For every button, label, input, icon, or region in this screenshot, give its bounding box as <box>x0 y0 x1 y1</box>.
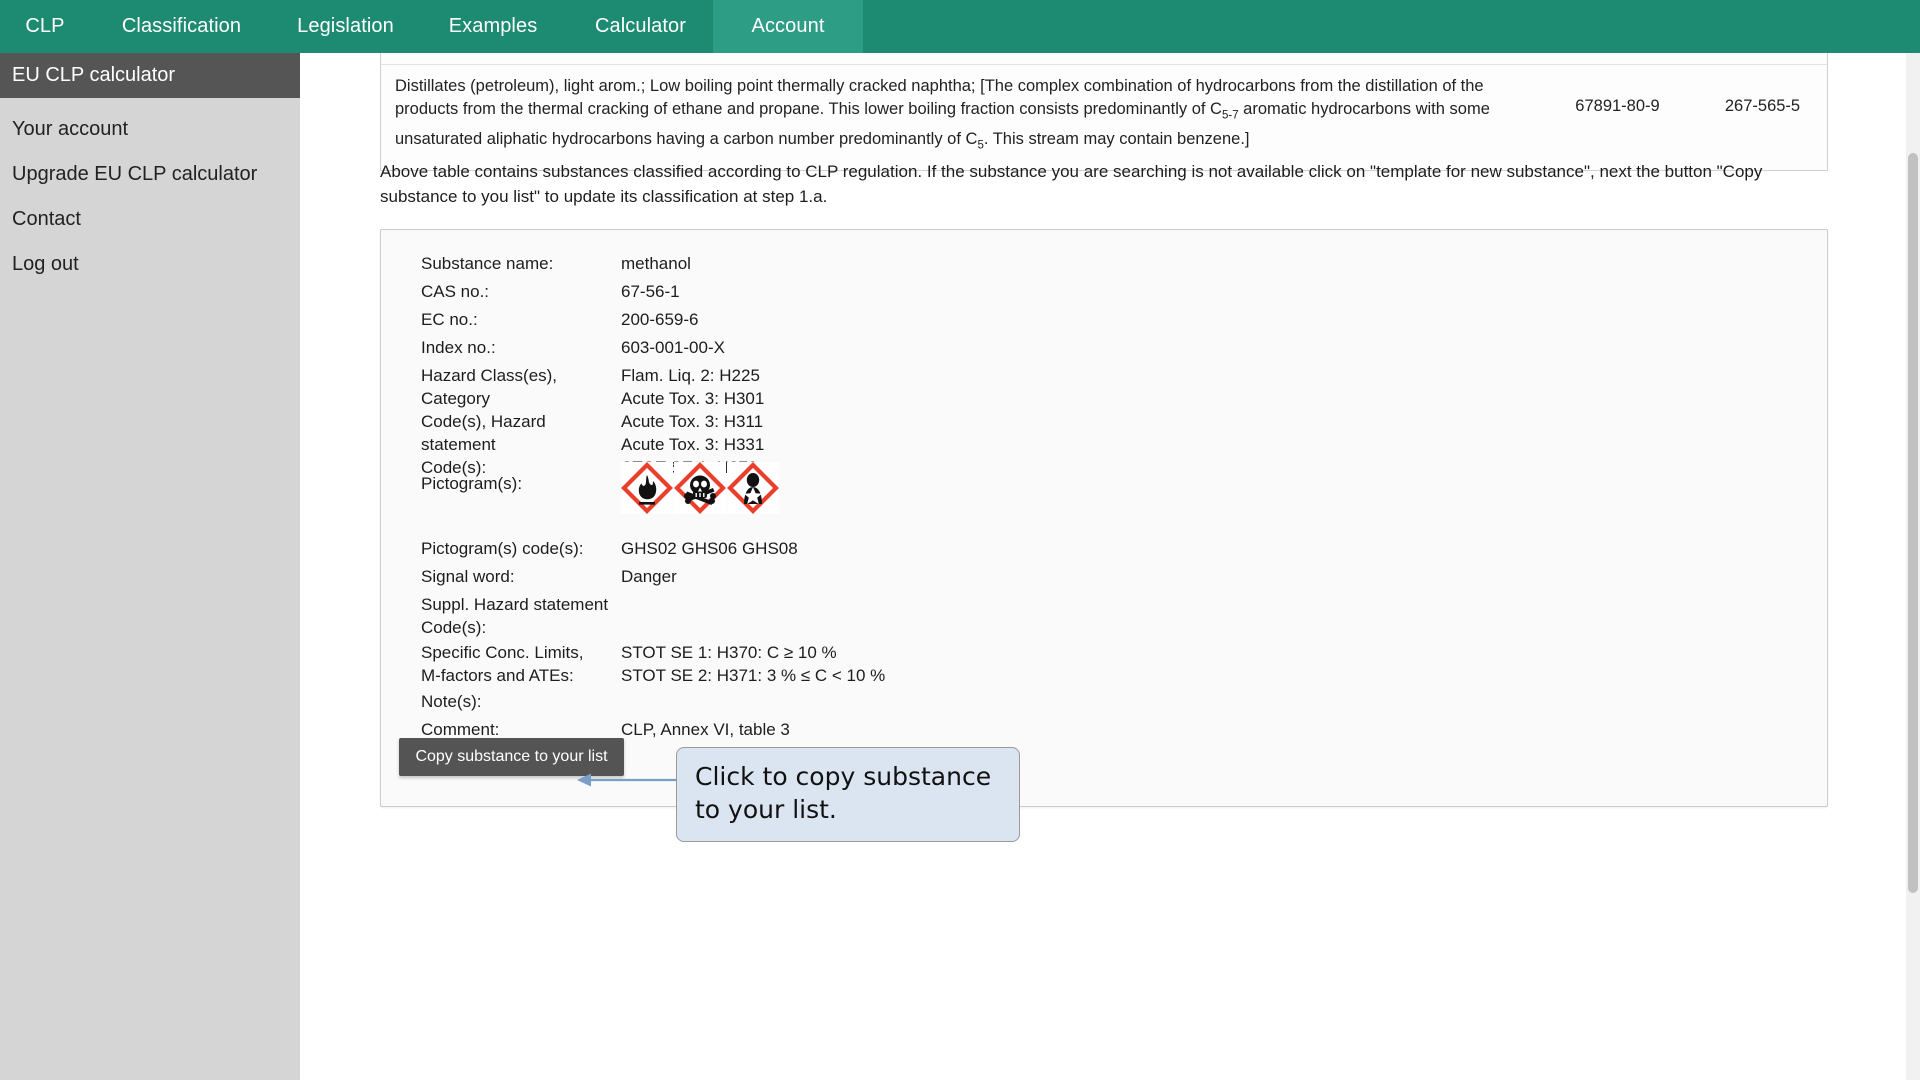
field-label: CAS no.: <box>421 282 490 301</box>
nav-item-classification[interactable]: Classification <box>90 0 273 53</box>
field-pictograms: Pictogram(s): <box>421 462 941 534</box>
field-value: 67-56-1 <box>621 282 680 301</box>
field-notes: Note(s): <box>421 690 621 713</box>
table-row: Distillates (petroleum), light arom.; Lo… <box>381 65 1827 170</box>
sidebar-item-label: Log out <box>12 253 79 275</box>
callout-tooltip: Click to copy substance to your list. <box>676 747 1020 842</box>
sidebar-item-label: Upgrade EU CLP calculator <box>12 163 258 185</box>
health-hazard-pictogram <box>727 462 779 514</box>
callout-tooltip-text: Click to copy substance to your list. <box>695 762 992 824</box>
field-value: 200-659-6 <box>621 310 699 329</box>
field-signal-word: Signal word: Danger <box>421 565 677 588</box>
field-label: EC no.: <box>421 310 478 329</box>
substance-results-table: unsaturated aliphatic hydrocarbons havin… <box>380 53 1828 171</box>
top-navigation-bar: CLP Classification Legislation Examples … <box>0 0 1920 53</box>
scroll-up-arrow-icon[interactable] <box>1906 53 1920 67</box>
field-specific-conc-limits: Specific Conc. Limits, M-factors and ATE… <box>421 641 885 687</box>
field-label: Hazard Class(es), Category Code(s), Haza… <box>421 366 558 477</box>
nav-item-account[interactable]: Account <box>713 0 863 53</box>
table-cell-cas: 67891-80-9 <box>1575 96 1660 115</box>
field-index-no: Index no.: 603-001-00-X <box>421 336 725 359</box>
field-value: methanol <box>621 254 691 273</box>
field-label: Signal word: <box>421 567 515 586</box>
field-label: Pictogram(s): <box>421 474 523 493</box>
field-value: GHS02 GHS06 GHS08 <box>621 539 798 558</box>
field-suppl-hazard-statement: Suppl. Hazard statement Code(s): <box>421 593 621 639</box>
sidebar-item-log-out[interactable]: Log out <box>0 242 300 287</box>
sidebar-item-contact[interactable]: Contact <box>0 197 300 242</box>
sidebar: EU CLP calculator Your account Upgrade E… <box>0 53 300 1080</box>
sidebar-item-label: Contact <box>12 208 81 230</box>
scrollbar-thumb[interactable] <box>1908 153 1918 893</box>
sidebar-item-label: Your account <box>12 118 129 140</box>
flame-pictogram <box>621 462 673 514</box>
field-value: CLP, Annex VI, table 3 <box>621 720 790 739</box>
sidebar-item-label: EU CLP calculator <box>12 64 176 86</box>
skull-and-crossbones-pictogram <box>674 462 726 514</box>
field-value: STOT SE 1: H370: C ≥ 10 % STOT SE 2: H37… <box>621 643 886 685</box>
nav-item-examples[interactable]: Examples <box>418 0 568 53</box>
field-value: Danger <box>621 567 677 586</box>
field-label: Pictogram(s) code(s): <box>421 539 584 558</box>
field-substance-name: Substance name: methanol <box>421 252 691 275</box>
main-content: unsaturated aliphatic hydrocarbons havin… <box>300 53 1906 1080</box>
field-label: Substance name: <box>421 254 554 273</box>
substance-detail-card: Substance name: methanol CAS no.: 67-56-… <box>380 229 1828 807</box>
vertical-scrollbar[interactable] <box>1906 53 1920 1080</box>
field-value: 603-001-00-X <box>621 338 725 357</box>
pictogram-list <box>621 462 780 514</box>
nav-item-calculator[interactable]: Calculator <box>568 0 713 53</box>
table-row: unsaturated aliphatic hydrocarbons havin… <box>381 53 1827 65</box>
sidebar-item-upgrade-eu-clp-calculator[interactable]: Upgrade EU CLP calculator <box>0 152 300 197</box>
field-ec-no: EC no.: 200-659-6 <box>421 308 699 331</box>
note-paragraph: Above table contains substances classifi… <box>380 162 1763 206</box>
table-cell-ec: 267-565-5 <box>1724 96 1801 115</box>
callout-arrow-icon <box>577 773 683 787</box>
nav-item-clp[interactable]: CLP <box>0 0 90 53</box>
scroll-down-arrow-icon[interactable] <box>1906 1066 1920 1080</box>
table-cell-description: Distillates (petroleum), light arom.; Lo… <box>395 76 1490 152</box>
field-pictogram-codes: Pictogram(s) code(s): GHS02 GHS06 GHS08 <box>421 537 798 560</box>
field-label: Specific Conc. Limits, M-factors and ATE… <box>421 643 584 685</box>
field-cas-no: CAS no.: 67-56-1 <box>421 280 680 303</box>
field-label: Note(s): <box>421 692 482 711</box>
field-label: Index no.: <box>421 338 496 357</box>
sidebar-item-eu-clp-calculator[interactable]: EU CLP calculator <box>0 53 300 98</box>
nav-item-legislation[interactable]: Legislation <box>273 0 418 53</box>
sidebar-item-your-account[interactable]: Your account <box>0 107 300 152</box>
field-label: Suppl. Hazard statement Code(s): <box>421 595 609 637</box>
